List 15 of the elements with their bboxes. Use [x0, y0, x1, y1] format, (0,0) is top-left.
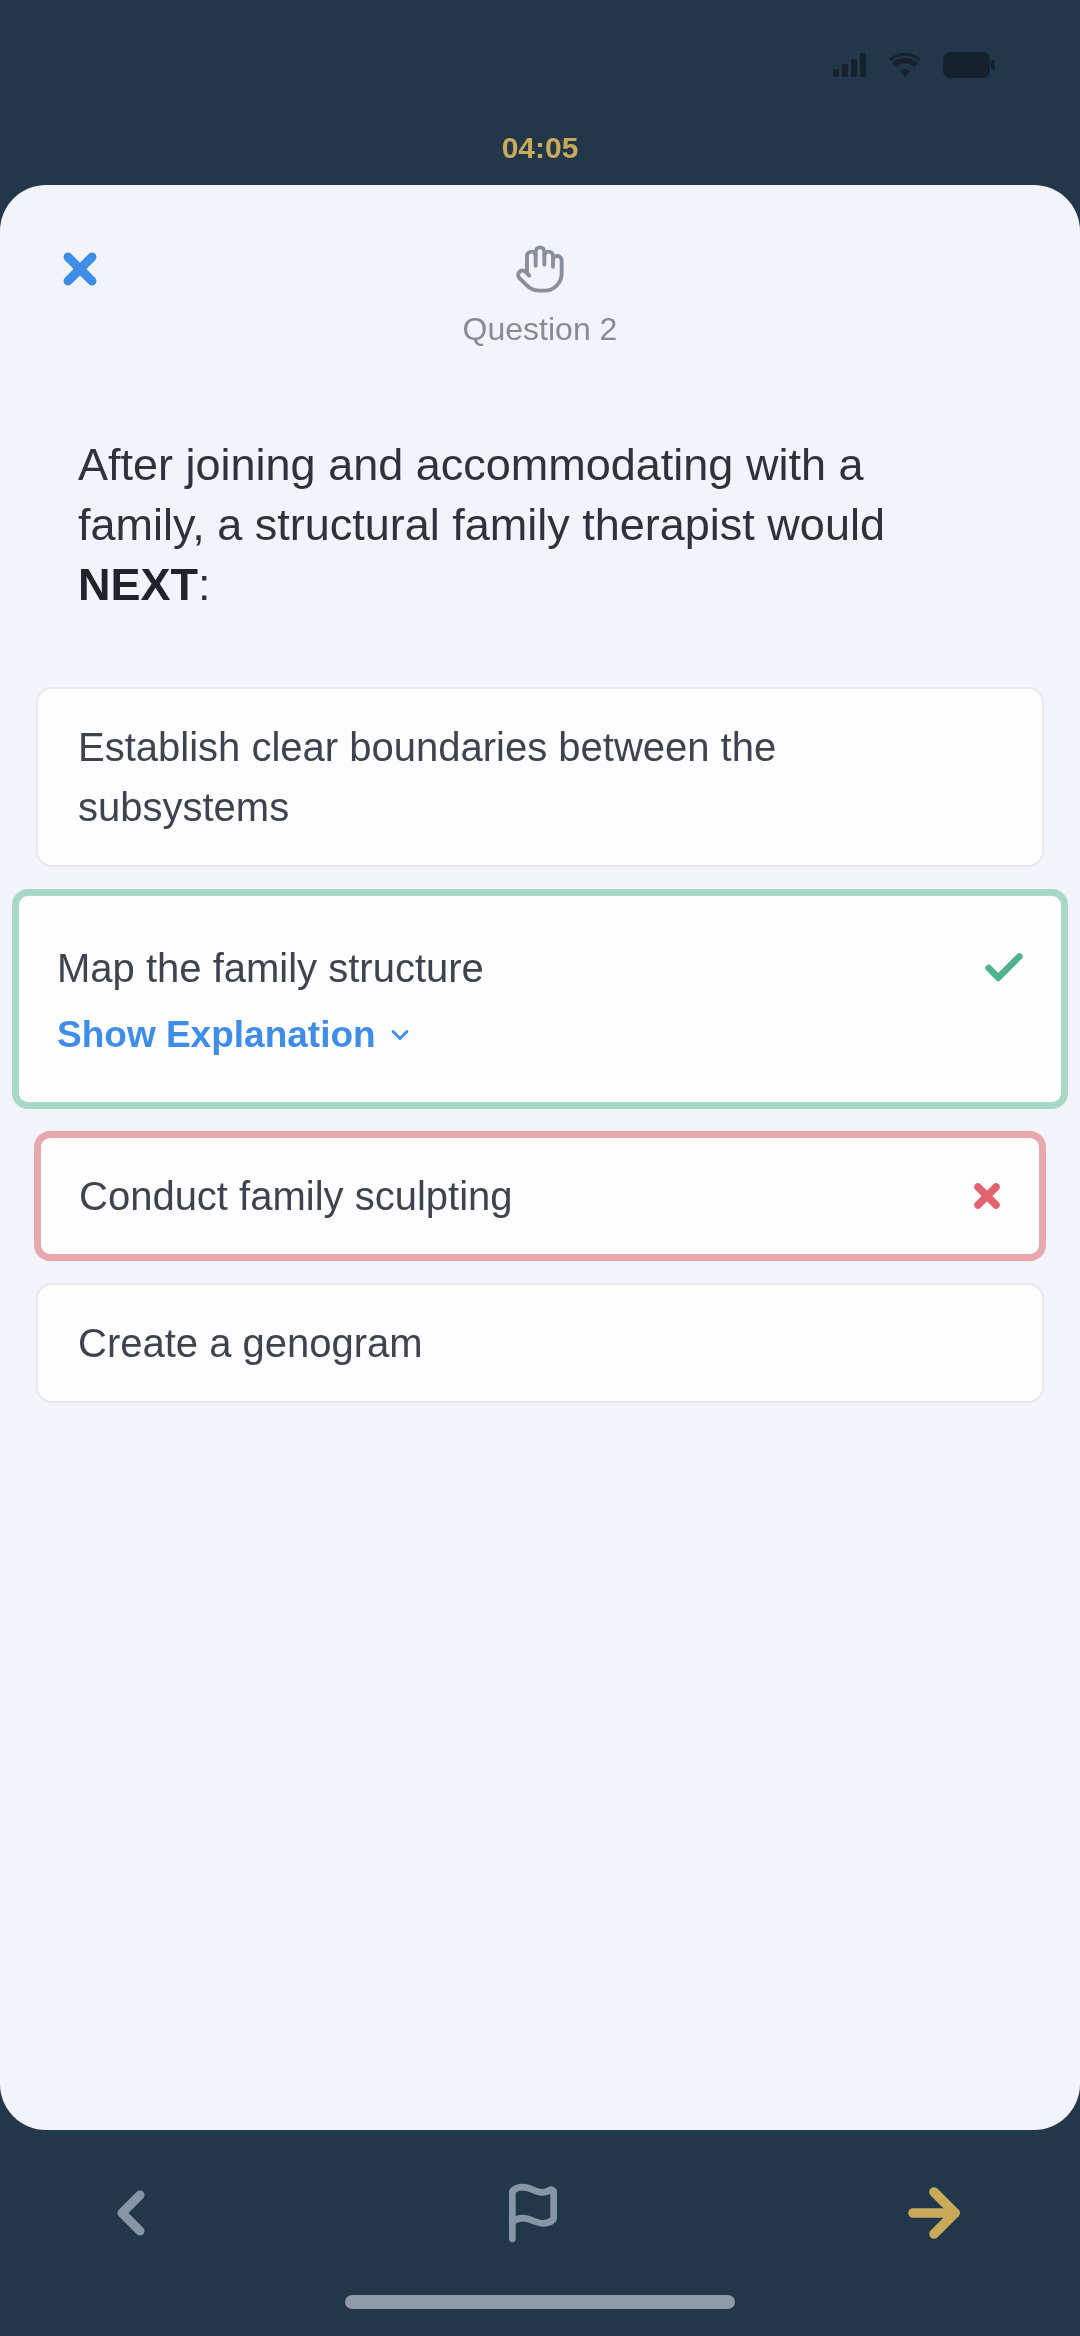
wifi-icon	[889, 53, 921, 77]
answer-option[interactable]: Create a genogram	[36, 1283, 1044, 1403]
answer-text: Create a genogram	[78, 1320, 424, 1367]
answer-option[interactable]: Conduct family sculpting	[34, 1131, 1046, 1261]
answer-text: Conduct family sculpting	[79, 1173, 514, 1220]
signal-icon	[833, 53, 867, 77]
battery-icon	[943, 52, 995, 78]
timer-text: 04:05	[501, 130, 579, 166]
answer-option[interactable]: Establish clear boundaries between the subsystems	[36, 687, 1044, 867]
question-number: Question 2	[462, 310, 618, 349]
answer-option[interactable]: Map the family structure Show Explanation	[12, 889, 1068, 1109]
question-text: After joining and accommodating with a family, a structural family therapist would NEXT:	[78, 438, 886, 612]
answer-text: Map the family structure	[57, 945, 485, 992]
answer-text: Establish clear boundaries between the subsystems	[78, 724, 778, 831]
hand-icon	[514, 243, 566, 295]
